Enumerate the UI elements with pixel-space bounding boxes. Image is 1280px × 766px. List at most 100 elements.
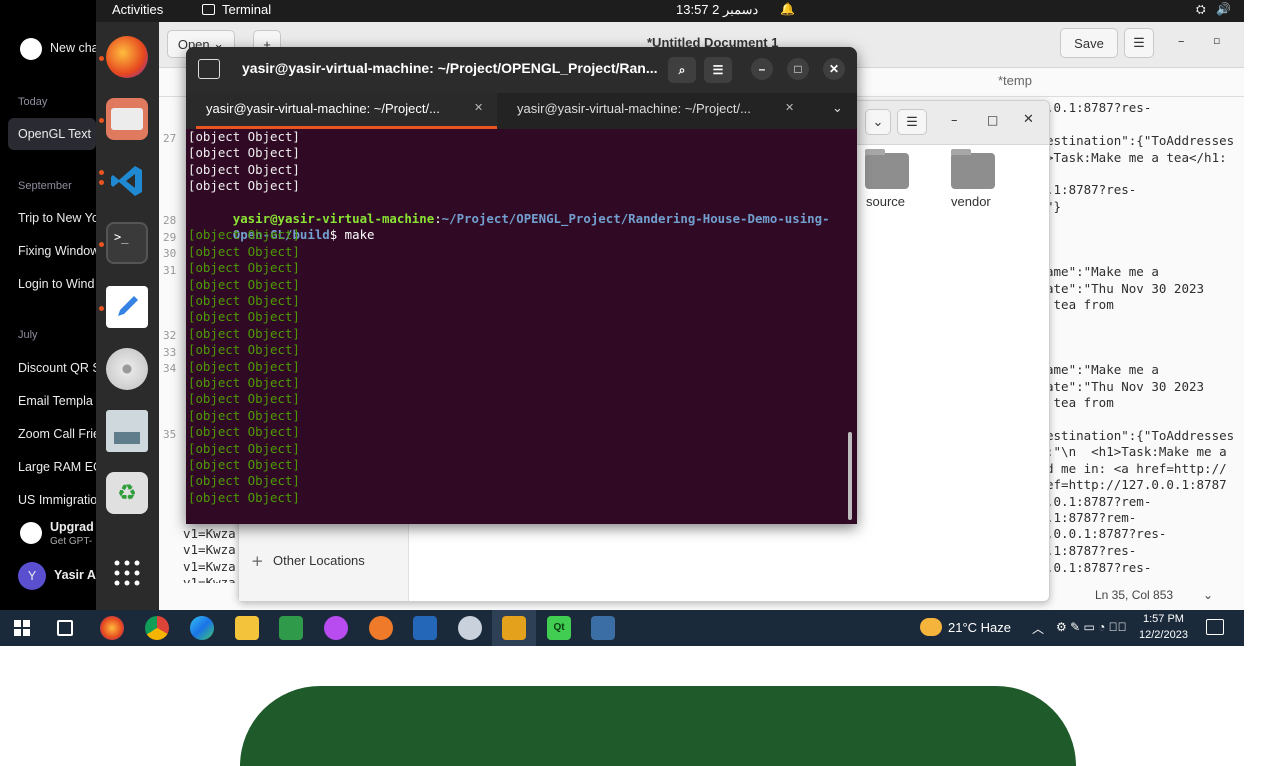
maximize-icon[interactable]: ▫ bbox=[1213, 34, 1220, 47]
plus-icon: + bbox=[251, 552, 264, 570]
vscode-icon[interactable] bbox=[106, 160, 148, 202]
user-avatar[interactable]: Y bbox=[18, 562, 46, 590]
gedit-text-line: "} bbox=[1046, 199, 1062, 214]
upgrade-subtitle: Get GPT- bbox=[50, 536, 93, 547]
task-view-icon[interactable] bbox=[57, 620, 73, 636]
terminal-line: [object Object] bbox=[188, 260, 300, 276]
chat-item[interactable]: Fixing Window bbox=[18, 244, 96, 258]
chat-sidebar: New cha Today OpenGL Text September Trip… bbox=[0, 0, 96, 610]
system-tray-icons[interactable]: ⚙ ✎ ▭ ◔ ◁ﾟ bbox=[1056, 620, 1127, 634]
text-editor-icon[interactable] bbox=[106, 286, 148, 328]
tab-label: yasir@yasir-virtual-machine: ~/Project/.… bbox=[206, 101, 440, 116]
files-icon[interactable] bbox=[106, 98, 148, 140]
minimize-icon[interactable]: – bbox=[951, 113, 958, 128]
line-number: 33 bbox=[163, 346, 177, 359]
minimize-icon[interactable]: – bbox=[751, 58, 773, 80]
menu-icon[interactable]: ☰ bbox=[704, 57, 732, 83]
user-name[interactable]: Yasir A bbox=[54, 568, 96, 582]
chat-item[interactable]: Large RAM EC bbox=[18, 460, 96, 474]
active-app-label[interactable]: Terminal bbox=[222, 2, 271, 17]
close-icon[interactable]: ✕ bbox=[1023, 112, 1034, 127]
terminal-headerbar: yasir@yasir-virtual-machine: ~/Project/O… bbox=[186, 47, 857, 93]
terminal-output[interactable]: [object Object] [object Object] [object … bbox=[186, 129, 846, 524]
app-taskbar-icon[interactable] bbox=[458, 616, 482, 640]
app-grid-icon[interactable] bbox=[106, 552, 148, 594]
bell-icon[interactable]: 🔔 bbox=[780, 2, 795, 16]
trash-icon[interactable]: ♻ bbox=[106, 472, 148, 514]
cursor-position[interactable]: Ln 35, Col 853 bbox=[1095, 588, 1173, 602]
photos-taskbar-icon[interactable] bbox=[279, 616, 303, 640]
floppy-icon[interactable] bbox=[106, 410, 148, 452]
running-indicator bbox=[99, 242, 104, 247]
notification-icon[interactable] bbox=[1206, 619, 1224, 635]
running-indicator bbox=[99, 306, 104, 311]
edge-taskbar-icon[interactable] bbox=[190, 616, 214, 640]
upgrade-title[interactable]: Upgrad bbox=[50, 520, 94, 534]
tab-label: yasir@yasir-virtual-machine: ~/Project/.… bbox=[517, 101, 751, 116]
weather-icon[interactable] bbox=[920, 618, 942, 636]
activities-button[interactable]: Activities bbox=[112, 2, 163, 17]
close-icon[interactable]: ✕ bbox=[823, 58, 845, 80]
clock[interactable]: 13:57 2 دسمبر bbox=[676, 2, 758, 18]
folder-icon[interactable] bbox=[865, 149, 909, 189]
tab-active[interactable]: yasir@yasir-virtual-machine: ~/Project/.… bbox=[186, 93, 497, 129]
tabs-overflow-icon[interactable]: ⌄ bbox=[832, 101, 843, 116]
gedit-text-line: tea from bbox=[1046, 297, 1114, 312]
new-tab-icon[interactable] bbox=[198, 59, 220, 79]
chat-item[interactable]: Email Templa bbox=[18, 394, 93, 408]
vmware-taskbar-icon[interactable] bbox=[502, 616, 526, 640]
chevron-up-icon[interactable]: ︿ bbox=[1032, 620, 1044, 637]
tab-close-icon[interactable]: ✕ bbox=[785, 101, 794, 114]
folder-label[interactable]: source bbox=[866, 194, 905, 209]
section-july: July bbox=[18, 329, 38, 341]
folder-icon[interactable] bbox=[951, 149, 995, 189]
firefox-icon[interactable] bbox=[106, 36, 148, 78]
terminal-scrollbar[interactable] bbox=[848, 432, 852, 520]
other-locations[interactable]: Other Locations bbox=[273, 553, 365, 568]
network-icon[interactable]: ⛭ bbox=[1196, 2, 1206, 17]
windows-start-icon[interactable] bbox=[14, 620, 30, 636]
terminal-title: yasir@yasir-virtual-machine: ~/Project/O… bbox=[242, 60, 658, 76]
terminal-line: [object Object] bbox=[188, 325, 300, 341]
chat-item[interactable]: Discount QR S bbox=[18, 361, 96, 375]
firefox-taskbar-icon[interactable] bbox=[100, 616, 124, 640]
new-chat-button[interactable]: New cha bbox=[50, 41, 96, 55]
weather-text[interactable]: 21°C Haze bbox=[948, 620, 1011, 635]
menu-icon[interactable]: ☰ bbox=[1124, 28, 1154, 58]
terminal-line: [object Object] bbox=[188, 276, 300, 292]
chat-item[interactable]: Login to Wind bbox=[18, 277, 94, 291]
powershell-taskbar-icon[interactable] bbox=[413, 616, 437, 640]
file-explorer-taskbar-icon[interactable] bbox=[235, 616, 259, 640]
qt-taskbar-icon[interactable]: Qt bbox=[547, 616, 571, 640]
save-button[interactable]: Save bbox=[1060, 28, 1118, 58]
taskbar-date[interactable]: 12/2/2023 bbox=[1139, 629, 1188, 641]
app-taskbar-icon[interactable] bbox=[369, 616, 393, 640]
app-taskbar-icon[interactable] bbox=[324, 616, 348, 640]
tab-inactive[interactable]: yasir@yasir-virtual-machine: ~/Project/.… bbox=[497, 93, 817, 129]
line-number: 35 bbox=[163, 428, 177, 441]
chat-item[interactable]: Zoom Call Frie bbox=[18, 427, 96, 441]
volume-icon[interactable]: 🔊 bbox=[1216, 2, 1231, 16]
taskbar-time[interactable]: 1:57 PM bbox=[1143, 613, 1184, 625]
gedit-left-text: v1=Kwza bbox=[183, 526, 236, 541]
tab-close-icon[interactable]: ✕ bbox=[474, 101, 483, 114]
view-dropdown-icon[interactable]: ⌄ bbox=[865, 109, 891, 135]
search-icon[interactable]: ⌕ bbox=[668, 57, 696, 83]
minimize-icon[interactable]: – bbox=[1178, 34, 1185, 49]
tab-temp[interactable]: *temp bbox=[998, 73, 1032, 88]
chat-item-opengl[interactable]: OpenGL Text bbox=[18, 127, 91, 141]
chrome-taskbar-icon[interactable] bbox=[145, 616, 169, 640]
running-indicator bbox=[99, 170, 104, 175]
terminal-window: yasir@yasir-virtual-machine: ~/Project/O… bbox=[186, 47, 857, 524]
chat-item[interactable]: Trip to New Yo bbox=[18, 211, 96, 225]
terminal-icon[interactable]: >_ bbox=[106, 222, 148, 264]
chat-item[interactable]: US Immigratio bbox=[18, 493, 96, 507]
chevron-down-icon[interactable]: ⌄ bbox=[1203, 588, 1213, 602]
app-taskbar-icon[interactable] bbox=[591, 616, 615, 640]
ubuntu-dock: >_ ♻ bbox=[96, 22, 159, 610]
disc-icon[interactable] bbox=[106, 348, 148, 390]
maximize-icon[interactable]: □ bbox=[987, 113, 998, 127]
maximize-icon[interactable]: □ bbox=[787, 58, 809, 80]
files-menu-icon[interactable]: ☰ bbox=[897, 109, 927, 135]
folder-label[interactable]: vendor bbox=[951, 194, 991, 209]
